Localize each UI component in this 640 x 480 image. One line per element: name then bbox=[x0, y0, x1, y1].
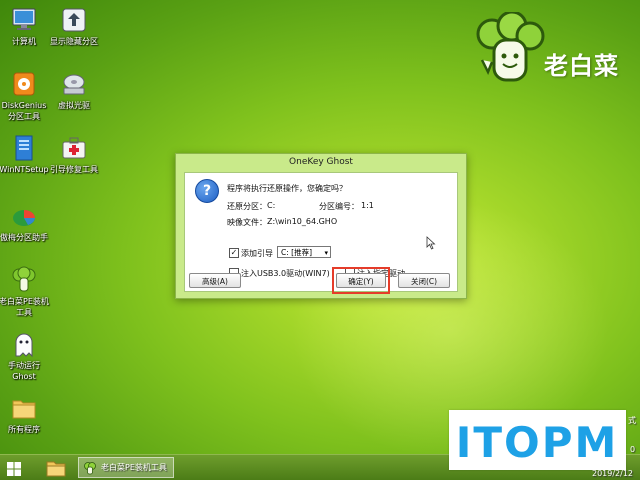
dialog-title: OneKey Ghost bbox=[289, 157, 353, 167]
chevron-down-icon: ▾ bbox=[324, 249, 328, 257]
tray-fragment-1: 式 bbox=[628, 416, 636, 425]
restore-partition-value: C: bbox=[267, 201, 276, 210]
desktop-icon-aomei-partition[interactable]: 傲梅分区助手 bbox=[0, 202, 56, 243]
pe-installer-icon bbox=[10, 266, 38, 294]
desktop-icon-virtual-drive[interactable]: 虚拟光驱 bbox=[42, 70, 106, 111]
tray-fragment-2: 0 bbox=[630, 445, 636, 454]
winntsetup-icon bbox=[10, 134, 38, 162]
computer-icon bbox=[10, 6, 38, 34]
ok-button-highlight bbox=[332, 267, 390, 294]
boot-drive-select[interactable]: C: [推荐] ▾ bbox=[277, 246, 331, 258]
diskgenius-icon bbox=[10, 70, 38, 98]
usb-driver-label: 注入USB3.0驱动(WIN7) bbox=[241, 269, 330, 278]
desktop-icon-boot-repair[interactable]: 引导修复工具 bbox=[42, 134, 106, 175]
aomei-partition-icon bbox=[10, 202, 38, 230]
partition-toggle-icon bbox=[60, 6, 88, 34]
taskbar-task-label: 老白菜PE装机工具 bbox=[101, 463, 167, 472]
clock-date: 2019/2/12 bbox=[592, 469, 634, 478]
add-boot-checkbox[interactable]: ✓ bbox=[229, 248, 239, 258]
windows-start-icon[interactable] bbox=[6, 461, 22, 477]
taskbar-task-pe-installer[interactable]: 老白菜PE装机工具 bbox=[78, 457, 174, 478]
folder-icon bbox=[10, 394, 38, 422]
boot-repair-icon bbox=[60, 134, 88, 162]
advanced-button[interactable]: 高级(A) bbox=[189, 273, 241, 288]
boot-drive-select-value: C: [推荐] bbox=[281, 248, 312, 257]
taskbar-explorer-icon[interactable] bbox=[40, 457, 72, 479]
pe-installer-mini-icon bbox=[83, 461, 97, 475]
restore-partition-label: 还原分区： bbox=[227, 202, 267, 211]
partition-number-label: 分区编号： bbox=[319, 202, 359, 211]
ghost-icon bbox=[10, 330, 38, 358]
desktop-icon-all-programs[interactable]: 所有程序 bbox=[0, 394, 56, 435]
image-file-label: 映像文件： bbox=[227, 218, 267, 227]
desktop-icon-ghost[interactable]: 手动运行 Ghost bbox=[0, 330, 56, 382]
question-icon: ? bbox=[195, 179, 219, 203]
partition-number-value: 1:1 bbox=[361, 201, 374, 210]
itopm-watermark: ITOPM bbox=[449, 410, 626, 470]
desktop: 计算机 显示隐藏分区 DiskGenius 分区工具 虚拟光驱 WinNTSet… bbox=[0, 0, 640, 480]
desktop-icon-partition-toggle[interactable]: 显示隐藏分区 bbox=[42, 6, 106, 47]
close-button[interactable]: 关闭(C) bbox=[398, 273, 450, 288]
virtual-drive-icon bbox=[60, 70, 88, 98]
confirm-question: 程序将执行还原操作，您确定吗？ bbox=[227, 184, 347, 193]
watermark-text: ITOPM bbox=[456, 418, 619, 467]
desktop-icon-pe-installer[interactable]: 老白菜PE装机 工具 bbox=[0, 266, 56, 318]
mouse-cursor-icon bbox=[426, 235, 436, 250]
add-boot-label: 添加引导 bbox=[241, 249, 273, 258]
brand-logo-text: 老白菜 bbox=[544, 52, 619, 80]
image-file-value: Z:\win10_64.GHO bbox=[267, 217, 338, 226]
